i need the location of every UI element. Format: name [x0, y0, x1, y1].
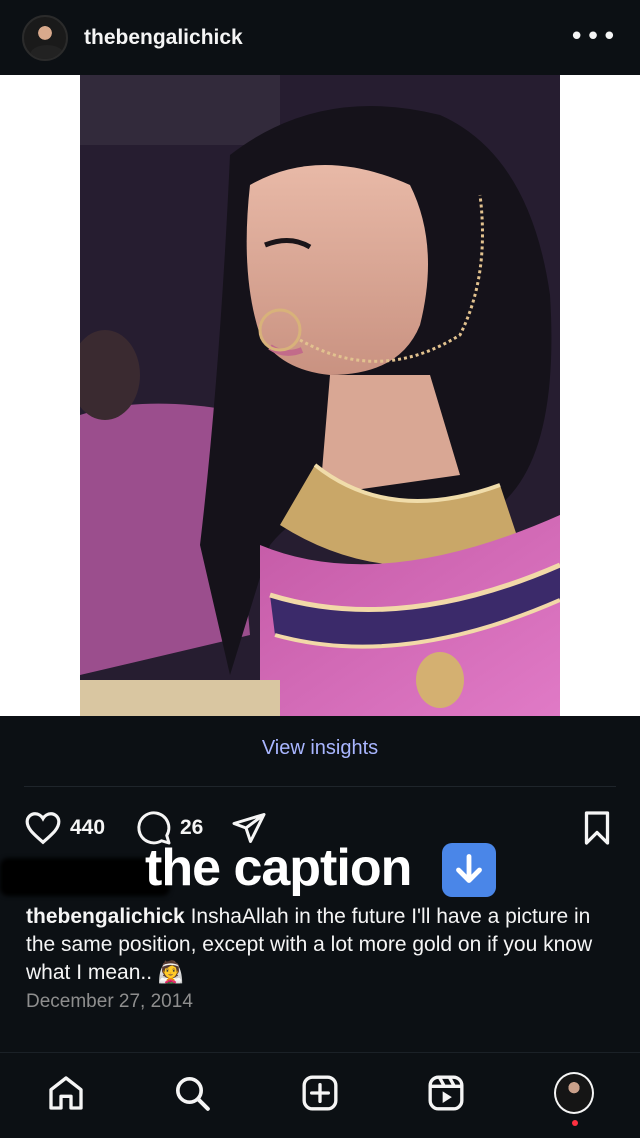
- post-caption: thebengalichick InshaAllah in the future…: [26, 903, 606, 987]
- view-insights-link[interactable]: View insights: [0, 737, 640, 760]
- save-button[interactable]: [580, 810, 614, 846]
- bookmark-icon: [584, 811, 610, 845]
- post-media: [0, 75, 640, 716]
- post-image[interactable]: [80, 75, 560, 716]
- post-photo-illustration: [80, 75, 560, 716]
- caption-username[interactable]: thebengalichick: [26, 905, 185, 928]
- post-date: December 27, 2014: [26, 991, 193, 1012]
- bottom-tab-bar: [0, 1053, 640, 1138]
- post-header: thebengalichick •••: [0, 0, 640, 75]
- reels-icon[interactable]: [426, 1073, 466, 1113]
- search-icon[interactable]: [172, 1073, 212, 1113]
- more-options-icon[interactable]: •••: [569, 22, 618, 52]
- like-button[interactable]: 440: [24, 810, 105, 846]
- likes-count[interactable]: 440: [70, 816, 105, 840]
- create-icon[interactable]: [300, 1073, 340, 1113]
- profile-avatar[interactable]: [554, 1072, 594, 1114]
- notification-dot: [572, 1120, 578, 1126]
- overlay-caption-label: the caption: [145, 839, 412, 897]
- divider: [24, 786, 616, 787]
- down-arrow-icon: [442, 843, 496, 897]
- home-icon[interactable]: [46, 1073, 86, 1113]
- author-avatar[interactable]: [22, 14, 68, 61]
- profile-tab-avatar: [554, 1072, 594, 1114]
- author-username[interactable]: thebengalichick: [84, 26, 243, 50]
- heart-icon: [25, 812, 61, 845]
- comments-count[interactable]: 26: [180, 816, 203, 840]
